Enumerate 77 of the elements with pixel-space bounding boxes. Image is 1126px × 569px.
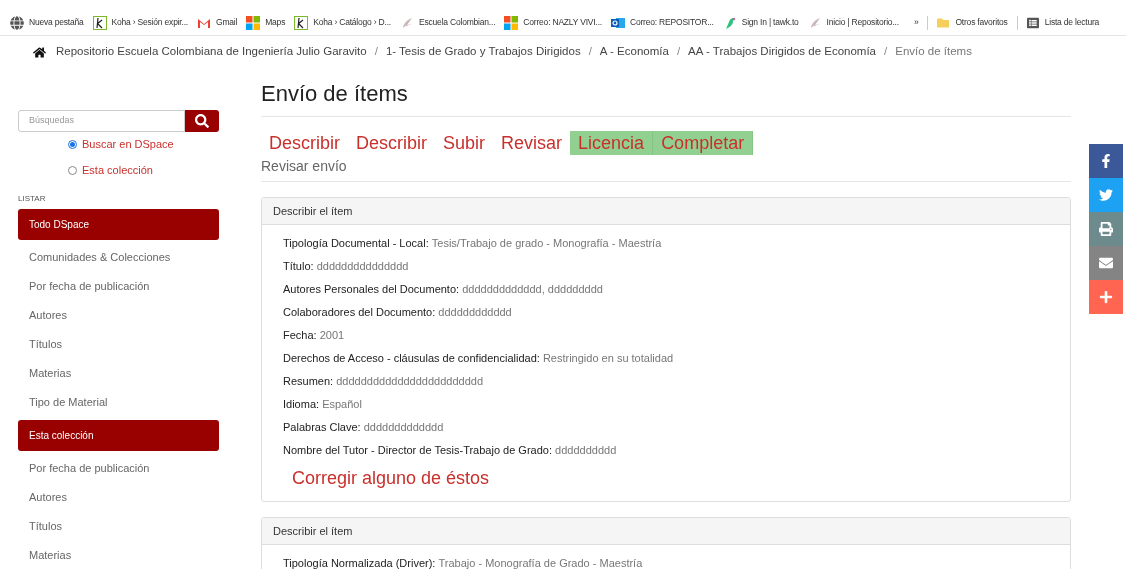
bookmark[interactable]: Koha › Sesión expir... [92,15,188,30]
bookmark[interactable]: Escuela Colombian... [400,15,496,30]
bookmark[interactable]: Correo: NAZLY VIVI... [504,15,602,30]
sidebar-item[interactable]: Autores [18,301,219,330]
tiles-icon [504,15,519,30]
field-row-text: Tipología Normalizada (Driver): Trabajo - Monografía de Grado - Maestría [283,556,644,569]
field-row-text: Resumen: dddddddddddddddddddddddd [283,374,485,390]
sidebar-item[interactable]: Materias [18,359,219,388]
progress-step[interactable]: Describir [348,131,436,155]
field-row-text: Tipología Documental - Local: Tesis/Trabajo de grado - Monografía - Maestría [283,236,663,252]
share-button[interactable] [1089,178,1123,212]
breadcrumb-link[interactable]: 1- Tesis de Grado y Trabajos Dirigidos [385,43,581,61]
plus-icon [1099,290,1113,304]
breadcrumb-link[interactable]: A - Economía [599,43,669,61]
breadcrumb-link[interactable]: AA - Trabajos Dirigidos de Economía [688,43,877,61]
reading-list-button[interactable]: Lista de lectura [1026,16,1100,29]
search-icon [195,114,209,128]
field-row-text: Fecha: 2001 [283,328,346,344]
home-icon[interactable] [33,45,46,59]
bookmark[interactable]: Correo: REPOSITOR... [611,15,714,30]
progress-step[interactable]: Describir [261,131,348,155]
breadcrumb-separator: / [676,44,681,60]
section-heading: LISTAR [18,193,47,205]
sidebar-item[interactable]: Títulos [18,512,219,541]
bookmark[interactable]: Inicio | Repositorio... [807,15,899,30]
breadcrumb-separator: / [588,44,592,60]
bookmark-folder[interactable]: Otros favoritos [937,16,1008,29]
panel-header: Describir el ítem [262,518,1070,545]
sidebar-header[interactable]: Todo DSpace [18,209,219,240]
breadcrumb-separator: / [884,44,888,60]
envelope-icon [611,15,625,30]
page-title: Envío de ítems [261,79,409,108]
field-row-text: Palabras Clave: ddddddddddddd [283,420,445,436]
step-subtitle: Revisar envío [261,156,348,176]
breadcrumb-separator: / [374,44,378,60]
field-row-text: Título: ddddddddddddddd [283,259,410,275]
panel-header: Describir el ítem [262,198,1070,225]
progress-step[interactable]: Subir [435,131,494,155]
facebook-icon [1099,154,1113,168]
scope-radio[interactable]: Buscar en DSpace [68,136,219,153]
sidebar-item[interactable]: Tipo de Material [18,388,219,417]
tiles-icon [246,15,261,30]
share-button[interactable] [1089,212,1123,246]
sidebar-item[interactable]: Autores [18,483,219,512]
bookmark[interactable]: Nueva pestaña [10,15,84,30]
field-row-text: Derechos de Acceso - cláusulas de confidencialidad: Restringido en su totalidad [283,351,675,367]
field-row-text: Autores Personales del Documento: ddddddddddddd, ddddddddd [283,282,604,298]
sidebar-item[interactable]: Comunidades & Colecciones [18,243,219,272]
field-row-text: Nombre del Tutor - Director de Tesis-Trabajo de Grado: dddddddddd [283,443,618,459]
sidebar-item[interactable]: Por fecha de publicación [18,272,219,301]
share-button[interactable] [1089,144,1123,178]
share-button[interactable] [1089,280,1123,314]
bookmark[interactable]: Gmail [197,15,238,30]
breadcrumb-link[interactable]: Repositorio Escuela Colombiana de Ingeniería Julio Garavito [56,43,367,61]
search-button[interactable] [185,110,219,132]
field-row-text: Colaboradores del Documento: dddddddddddd [283,305,513,321]
bookmark[interactable]: Koha › Catálogo › D... [294,15,391,30]
more-bookmarks-button[interactable]: » [913,16,919,29]
bookmark[interactable]: Sign In | tawk.to [722,15,799,30]
search-field[interactable]: Búsquedas [18,110,185,132]
share-button[interactable] [1089,246,1123,280]
globe-icon [10,15,24,30]
sidebar-header[interactable]: Esta colección [18,420,219,451]
bird-icon [1099,188,1113,202]
sidebar-item[interactable]: Materias [18,541,219,569]
progress-step[interactable]: Revisar [493,131,571,155]
scope-radio[interactable]: Esta colección [68,162,219,179]
breadcrumb-current: Envío de ítems [895,44,972,60]
sidebar-item[interactable]: Por fecha de publicación [18,454,219,483]
bookmark[interactable]: Maps [246,15,286,30]
field-row-text: Idioma: Español [283,397,363,413]
email-icon [1099,256,1113,270]
folder-icon [937,16,950,29]
print-icon [1099,222,1113,236]
sidebar-item[interactable]: Títulos [18,330,219,359]
edit-link[interactable]: Corregir alguno de éstos [292,465,490,492]
list-icon [1026,16,1039,29]
